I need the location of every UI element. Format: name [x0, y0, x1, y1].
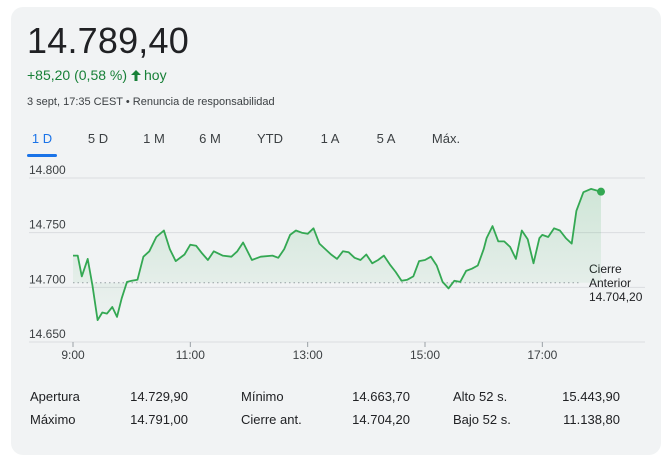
y-tick-label: 14.650 — [29, 327, 66, 341]
x-tick-label: 15:00 — [410, 348, 440, 362]
x-tick-label: 11:00 — [176, 348, 205, 362]
y-tick-label: 14.750 — [29, 218, 66, 232]
series-area — [73, 188, 601, 321]
y-tick-label: 14.800 — [29, 163, 66, 177]
y-tick-label: 14.700 — [29, 272, 66, 286]
previous-close-label: 14.704,20 — [589, 290, 643, 304]
intraday-chart[interactable]: 14.800 14.750 14.700 14.650 9:00 11:00 13:00 15… — [0, 0, 664, 459]
x-tick-label: 13:00 — [293, 348, 323, 362]
last-price-point — [597, 187, 605, 196]
x-tick-label: 17:00 — [527, 348, 557, 362]
x-tick-label: 9:00 — [61, 348, 85, 362]
